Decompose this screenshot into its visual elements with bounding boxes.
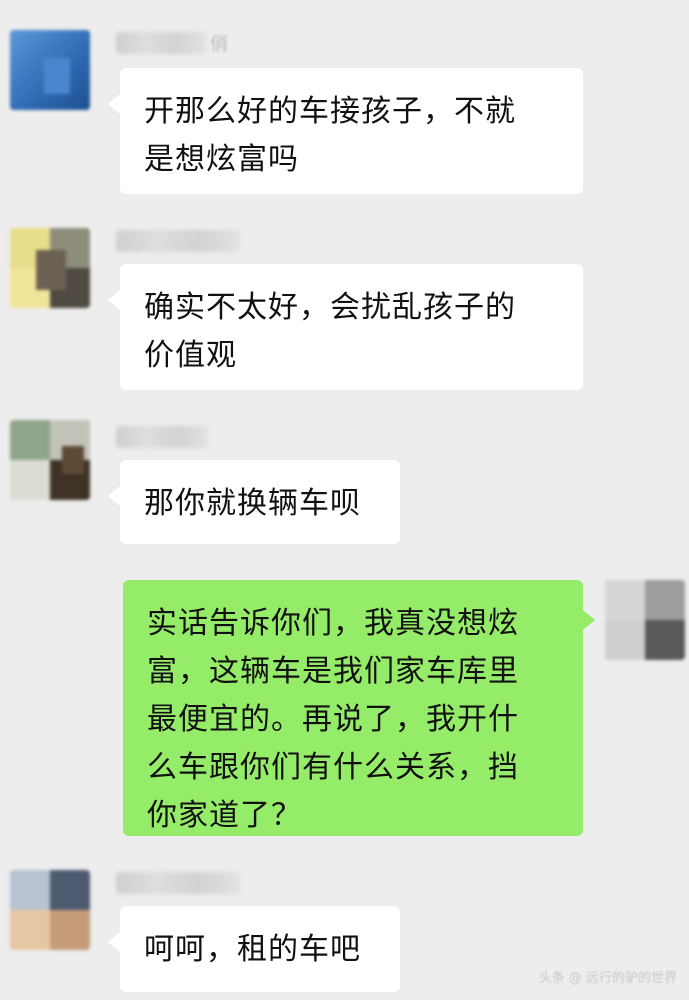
avatar[interactable]	[10, 420, 90, 500]
sender-name-suffix: 俏	[210, 34, 228, 55]
avatar[interactable]	[605, 580, 685, 660]
sender-name	[116, 230, 240, 252]
avatar[interactable]	[10, 870, 90, 950]
message-bubble[interactable]: 那你就换辆车呗	[108, 460, 400, 544]
message-bubble[interactable]: 确实不太好，会扰乱孩子的 价值观	[108, 264, 583, 390]
message-bubble[interactable]: 呵呵，租的车吧	[108, 906, 400, 992]
sender-name	[116, 426, 208, 448]
avatar[interactable]	[10, 30, 90, 110]
watermark: 头条 @ 远行的驴的世界	[538, 971, 677, 986]
message-bubble[interactable]: 开那么好的车接孩子，不就 是想炫富吗	[108, 68, 583, 194]
sender-name	[116, 872, 240, 894]
message-bubble[interactable]: 实话告诉你们，我真没想炫 富，这辆车是我们家车库里 最便宜的。再说了，我开什 么…	[123, 580, 595, 836]
sender-name	[116, 32, 206, 54]
avatar[interactable]	[10, 228, 90, 308]
